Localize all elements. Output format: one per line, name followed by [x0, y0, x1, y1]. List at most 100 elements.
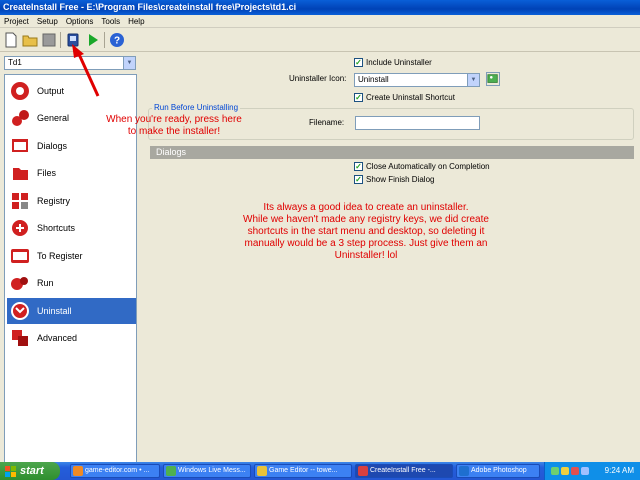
nav-item-to-register[interactable]: To Register	[7, 243, 136, 269]
general-icon	[9, 107, 31, 129]
include-uninstaller-checkbox[interactable]: ✓ Include Uninstaller	[354, 58, 432, 67]
svg-text:?: ?	[114, 36, 120, 47]
toolbar: ?	[0, 28, 640, 52]
project-combo[interactable]: Td1 ▼	[4, 56, 136, 70]
messenger-icon	[166, 466, 176, 476]
nav-label: Output	[37, 86, 65, 96]
nav-label: Registry	[37, 196, 71, 206]
task-game-editor-forum[interactable]: game-editor.com • ...	[70, 464, 160, 478]
task-windows-live-messenger[interactable]: Windows Live Mess...	[163, 464, 251, 478]
chevron-down-icon[interactable]: ▼	[467, 74, 479, 86]
nav-label: Dialogs	[37, 141, 68, 151]
windows-flag-icon	[5, 466, 16, 477]
run-before-uninstalling-title: Run Before Uninstalling	[152, 103, 241, 112]
menu-tools[interactable]: Tools	[97, 15, 124, 28]
check-icon: ✓	[354, 58, 363, 67]
task-label: Game Editor -- towe...	[269, 467, 338, 474]
nav-item-shortcuts[interactable]: Shortcuts	[7, 215, 136, 241]
task-label: Adobe Photoshop	[471, 467, 527, 474]
task-label: CreateInstall Free -...	[370, 467, 436, 474]
game-editor-icon	[257, 466, 267, 476]
run-icon	[9, 272, 31, 294]
uninstaller-icon-value: Uninstall	[358, 75, 389, 84]
annotation-line: manually would be a 3 step process. Just…	[244, 238, 488, 249]
tray-icon[interactable]	[551, 467, 559, 475]
check-icon: ✓	[354, 162, 363, 171]
run-icon[interactable]	[84, 31, 102, 49]
shortcuts-icon	[9, 217, 31, 239]
picture-icon	[487, 74, 498, 83]
nav-item-uninstall[interactable]: Uninstall	[7, 298, 136, 324]
chevron-down-icon[interactable]: ▼	[123, 57, 135, 69]
uninstall-icon	[9, 300, 31, 322]
uninstaller-icon-select[interactable]: Uninstall ▼	[354, 73, 480, 87]
createinstall-icon	[358, 466, 368, 476]
show-finish-dialog-checkbox[interactable]: ✓ Show Finish Dialog	[354, 175, 434, 184]
task-createinstall[interactable]: CreateInstall Free -...	[355, 464, 453, 478]
nav-item-files[interactable]: Files	[7, 160, 136, 186]
annotation-line: Its always a good idea to create an unin…	[263, 202, 469, 213]
menu-setup[interactable]: Setup	[33, 15, 62, 28]
annotation-line: Uninstaller! lol	[334, 250, 398, 261]
nav-label: Advanced	[37, 333, 78, 343]
menu-project[interactable]: Project	[0, 15, 33, 28]
nav-item-output[interactable]: Output	[7, 78, 136, 104]
to-register-icon	[9, 245, 31, 267]
check-icon: ✓	[354, 93, 363, 102]
tray-icon[interactable]	[561, 467, 569, 475]
start-label: start	[20, 465, 44, 477]
advanced-icon	[9, 327, 31, 349]
annotation-main-note: Its always a good idea to create an unin…	[196, 202, 536, 262]
annotation-line: to make the installer!	[127, 126, 221, 137]
uninstaller-icon-label: Uninstaller Icon:	[289, 74, 347, 83]
dialogs-icon	[9, 135, 31, 157]
menu-options[interactable]: Options	[62, 15, 98, 28]
close-automatically-checkbox[interactable]: ✓ Close Automatically on Completion	[354, 162, 490, 171]
new-file-icon[interactable]	[2, 31, 20, 49]
files-icon	[9, 162, 31, 184]
nav-label: To Register	[37, 251, 83, 261]
registry-icon	[9, 190, 31, 212]
open-folder-icon[interactable]	[21, 31, 39, 49]
annotation-toolbar-note: When you're ready, press here to make th…	[84, 114, 264, 138]
nav-item-advanced[interactable]: Advanced	[7, 325, 136, 351]
system-tray: 9:24 AM	[544, 462, 640, 480]
create-uninstall-shortcut-label: Create Uninstall Shortcut	[366, 93, 455, 102]
annotation-line: shortcuts in the start menu and desktop,…	[247, 226, 485, 237]
show-finish-dialog-label: Show Finish Dialog	[366, 175, 435, 184]
clock: 9:24 AM	[604, 466, 634, 475]
nav-item-run[interactable]: Run	[7, 270, 136, 296]
browser-icon	[73, 466, 83, 476]
tray-icon[interactable]	[581, 467, 589, 475]
annotation-line: When you're ready, press here	[106, 114, 242, 125]
nav-label: Run	[37, 278, 54, 288]
nav-label: General	[37, 113, 70, 123]
build-installer-icon[interactable]	[64, 31, 82, 49]
browse-icon-button[interactable]	[486, 72, 500, 86]
dialogs-section-header: Dialogs	[150, 146, 634, 159]
start-button[interactable]: start	[0, 462, 60, 480]
save-icon[interactable]	[40, 31, 58, 49]
menu-bar: Project Setup Options Tools Help	[0, 15, 640, 28]
output-icon	[9, 80, 31, 102]
tray-icon[interactable]	[571, 467, 579, 475]
close-automatically-label: Close Automatically on Completion	[366, 162, 490, 171]
task-game-editor[interactable]: Game Editor -- towe...	[254, 464, 352, 478]
task-label: Windows Live Mess...	[178, 467, 246, 474]
nav-label: Uninstall	[37, 306, 72, 316]
project-combo-value: Td1	[8, 58, 22, 67]
menu-help[interactable]: Help	[124, 15, 148, 28]
annotation-line: While we haven't made any registry keys,…	[243, 214, 489, 225]
task-adobe-photoshop[interactable]: Adobe Photoshop	[456, 464, 540, 478]
check-icon: ✓	[354, 175, 363, 184]
nav-item-registry[interactable]: Registry	[7, 188, 136, 214]
nav-label: Files	[37, 168, 57, 178]
photoshop-icon	[459, 466, 469, 476]
help-icon[interactable]: ?	[108, 31, 126, 49]
nav-label: Shortcuts	[37, 223, 76, 233]
filename-input[interactable]	[355, 116, 480, 130]
create-uninstall-shortcut-checkbox[interactable]: ✓ Create Uninstall Shortcut	[354, 93, 455, 102]
window-title: CreateInstall Free - E:\Program Files\cr…	[0, 0, 640, 15]
task-label: game-editor.com • ...	[85, 467, 150, 474]
taskbar: start game-editor.com • ... Windows Live…	[0, 462, 640, 480]
